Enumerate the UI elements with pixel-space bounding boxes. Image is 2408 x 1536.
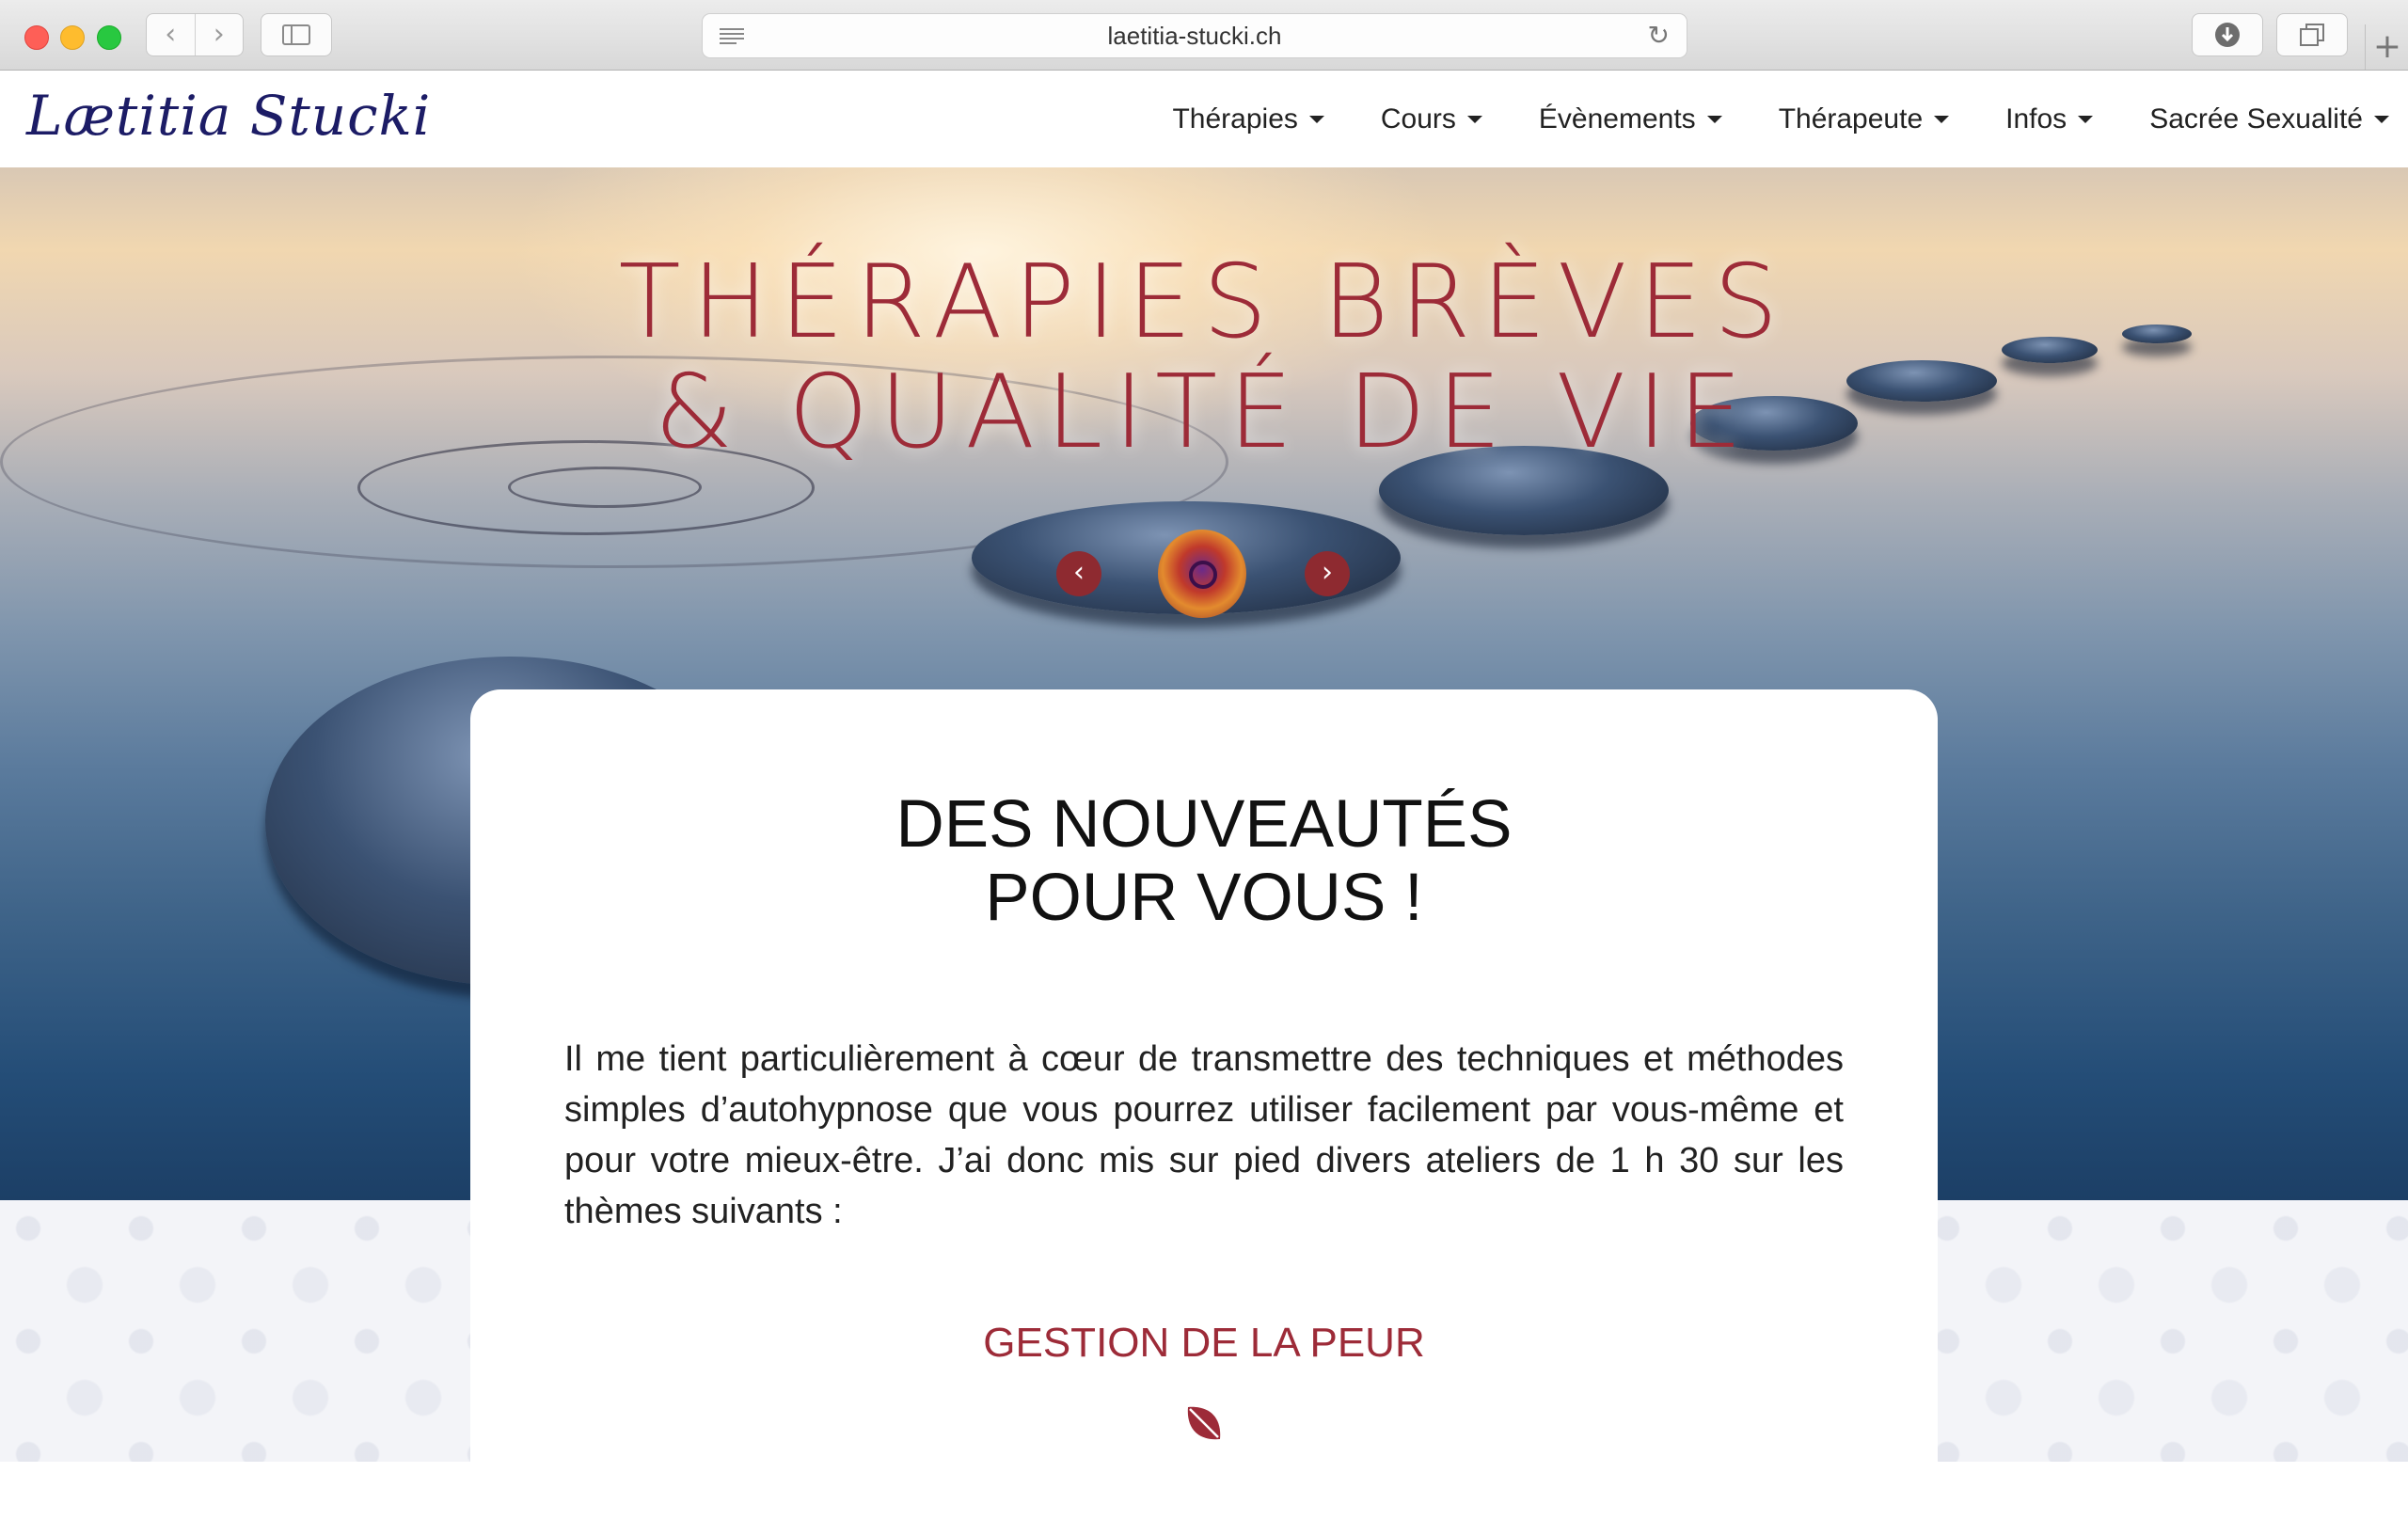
hero-title-line: THÉRAPIES BRÈVES [618, 244, 1790, 361]
menu-item-label: Évènements [1538, 103, 1696, 135]
sidebar-toggle-button[interactable] [261, 13, 332, 56]
caret-down-icon [1706, 115, 1722, 123]
address-bar[interactable]: laetitia-stucki.ch ↻ [702, 13, 1687, 58]
caret-down-icon [1308, 115, 1324, 123]
menu-item-label: Sacrée Sexualité [2149, 103, 2363, 135]
menu-item-label: Thérapies [1172, 103, 1298, 135]
caret-down-icon [1934, 115, 1950, 123]
card-title-line: DES NOUVEAUTÉS [895, 787, 1513, 862]
main-menu: Thérapies Cours Évènements Thérapeute In… [1116, 71, 2389, 167]
menu-item-cours[interactable]: Cours [1381, 103, 1482, 135]
sidebar-icon [282, 24, 310, 45]
leaf-icon [1187, 1406, 1221, 1440]
caret-down-icon [1466, 115, 1482, 123]
menu-item-label: Cours [1380, 103, 1456, 135]
forward-icon[interactable]: › [196, 14, 244, 55]
back-icon[interactable]: ‹ [147, 14, 196, 55]
hero-title-line: & QUALITÉ DE VIE [654, 354, 1754, 471]
site-header: Lætitia Stucki Thérapies Cours Évènement… [0, 71, 2408, 167]
slider-thumbnail[interactable] [1158, 530, 1246, 618]
menu-item-sacree-sexualite[interactable]: Sacrée Sexualité [2149, 103, 2389, 135]
downloads-button[interactable] [2192, 13, 2263, 56]
menu-item-label: Thérapeute [1778, 103, 1924, 135]
card-title: DES NOUVEAUTÉS POUR VOUS ! [470, 788, 1938, 935]
menu-item-infos[interactable]: Infos [2005, 103, 2094, 135]
slider-prev-icon[interactable]: ‹ [1056, 551, 1101, 596]
caret-down-icon [2374, 115, 2389, 123]
browser-toolbar: ‹ › laetitia-stucki.ch ↻ + [0, 0, 2408, 71]
card-intro-text: Il me tient particulièrement à cœur de t… [564, 1039, 1844, 1231]
url-text[interactable]: laetitia-stucki.ch [703, 14, 1687, 57]
caret-down-icon [2078, 115, 2094, 123]
tab-overview-button[interactable] [2276, 13, 2348, 56]
menu-item-therapeute[interactable]: Thérapeute [1778, 103, 1950, 135]
history-nav: ‹ › [146, 13, 244, 56]
menu-item-label: Infos [2005, 103, 2067, 135]
content-card: DES NOUVEAUTÉS POUR VOUS ! Il me tient p… [470, 689, 1938, 1536]
slider-next-icon[interactable]: › [1305, 551, 1350, 596]
card-title-line: POUR VOUS ! [985, 861, 1423, 935]
tabs-icon [2300, 24, 2324, 46]
site-logo[interactable]: Lætitia Stucki [26, 84, 431, 148]
section-heading: GESTION DE LA PEUR [983, 1320, 1425, 1366]
new-tab-button[interactable]: + [2365, 24, 2408, 70]
download-icon [2215, 23, 2240, 47]
zoom-window-button[interactable] [97, 25, 121, 50]
minimize-window-button[interactable] [60, 25, 85, 50]
reload-icon[interactable]: ↻ [1648, 23, 1670, 49]
close-window-button[interactable] [24, 25, 49, 50]
menu-item-therapies[interactable]: Thérapies [1172, 103, 1324, 135]
menu-item-evenements[interactable]: Évènements [1539, 103, 1722, 135]
